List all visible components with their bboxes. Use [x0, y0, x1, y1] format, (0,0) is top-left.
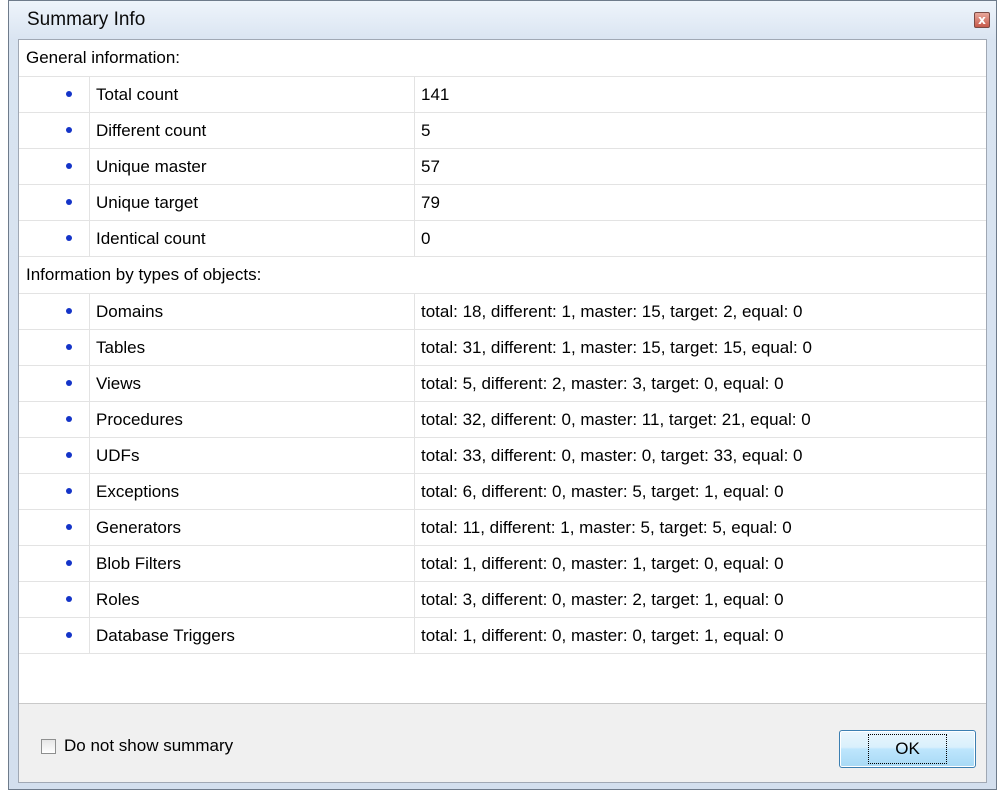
row-name: Total count [90, 77, 415, 112]
row-value: 57 [421, 157, 440, 176]
table-row: Identical count 0 [19, 221, 986, 257]
bullet-icon [66, 488, 72, 494]
bullet-icon [66, 632, 72, 638]
table-row: Generators total: 11, different: 1, mast… [19, 510, 986, 546]
bullet-icon [66, 596, 72, 602]
row-value: total: 31, different: 1, master: 15, tar… [421, 338, 812, 357]
close-icon[interactable]: x [974, 12, 990, 28]
bullet-icon [66, 235, 72, 241]
dialog-footer: Do not show summary OK [19, 704, 986, 782]
ok-button[interactable]: OK [839, 730, 976, 768]
table-row: Different count 5 [19, 113, 986, 149]
row-name: Unique master [90, 149, 415, 184]
row-value: 0 [421, 229, 431, 248]
bullet-icon [66, 199, 72, 205]
row-name: Roles [90, 582, 415, 617]
bullet-icon [66, 560, 72, 566]
row-name: Exceptions [90, 474, 415, 509]
row-value: total: 32, different: 0, master: 11, tar… [421, 410, 811, 429]
section-header-general: General information: [19, 40, 986, 77]
dialog-client-area: General information: Total count 141 Dif… [18, 39, 987, 783]
row-value: 5 [421, 121, 431, 140]
bullet-icon [66, 127, 72, 133]
row-value: total: 1, different: 0, master: 0, targe… [421, 626, 784, 645]
table-row: Database Triggers total: 1, different: 0… [19, 618, 986, 654]
row-name: Domains [90, 294, 415, 329]
table-row: Procedures total: 32, different: 0, mast… [19, 402, 986, 438]
ok-button-label: OK [868, 734, 947, 764]
checkbox-label[interactable]: Do not show summary [64, 736, 233, 756]
row-name: Unique target [90, 185, 415, 220]
row-value: 79 [421, 193, 440, 212]
row-name: Different count [90, 113, 415, 148]
table-row: Exceptions total: 6, different: 0, maste… [19, 474, 986, 510]
row-value: total: 5, different: 2, master: 3, targe… [421, 374, 784, 393]
row-name: Identical count [90, 221, 415, 256]
row-name: UDFs [90, 438, 415, 473]
bullet-icon [66, 91, 72, 97]
table-row: Views total: 5, different: 2, master: 3,… [19, 366, 986, 402]
window-title: Summary Info [27, 9, 146, 30]
table-row: Tables total: 31, different: 1, master: … [19, 330, 986, 366]
summary-info-dialog: Summary Info x General information: Tota… [8, 0, 997, 790]
bullet-icon [66, 524, 72, 530]
row-name: Procedures [90, 402, 415, 437]
checkbox-box[interactable] [41, 738, 56, 754]
row-value: total: 18, different: 1, master: 15, tar… [421, 302, 803, 321]
table-row: Roles total: 3, different: 0, master: 2,… [19, 582, 986, 618]
row-value: total: 6, different: 0, master: 5, targe… [421, 482, 784, 501]
row-name: Blob Filters [90, 546, 415, 581]
row-value: 141 [421, 85, 450, 104]
table-row: Unique target 79 [19, 185, 986, 221]
section-header-by-types: Information by types of objects: [19, 257, 986, 294]
table-row: Domains total: 18, different: 1, master:… [19, 294, 986, 330]
bullet-icon [66, 344, 72, 350]
row-name: Views [90, 366, 415, 401]
table-row: Unique master 57 [19, 149, 986, 185]
summary-grid: General information: Total count 141 Dif… [19, 40, 986, 704]
do-not-show-summary-checkbox[interactable]: Do not show summary [41, 736, 233, 756]
table-row: Blob Filters total: 1, different: 0, mas… [19, 546, 986, 582]
row-value: total: 1, different: 0, master: 1, targe… [421, 554, 784, 573]
row-value: total: 11, different: 1, master: 5, targ… [421, 518, 792, 537]
table-row: UDFs total: 33, different: 0, master: 0,… [19, 438, 986, 474]
bullet-icon [66, 380, 72, 386]
bullet-icon [66, 452, 72, 458]
row-value: total: 33, different: 0, master: 0, targ… [421, 446, 803, 465]
row-value: total: 3, different: 0, master: 2, targe… [421, 590, 784, 609]
bullet-icon [66, 308, 72, 314]
row-name: Generators [90, 510, 415, 545]
bullet-icon [66, 163, 72, 169]
table-row: Total count 141 [19, 77, 986, 113]
row-name: Database Triggers [90, 618, 415, 653]
title-bar[interactable]: Summary Info x [9, 1, 996, 39]
row-name: Tables [90, 330, 415, 365]
bullet-icon [66, 416, 72, 422]
